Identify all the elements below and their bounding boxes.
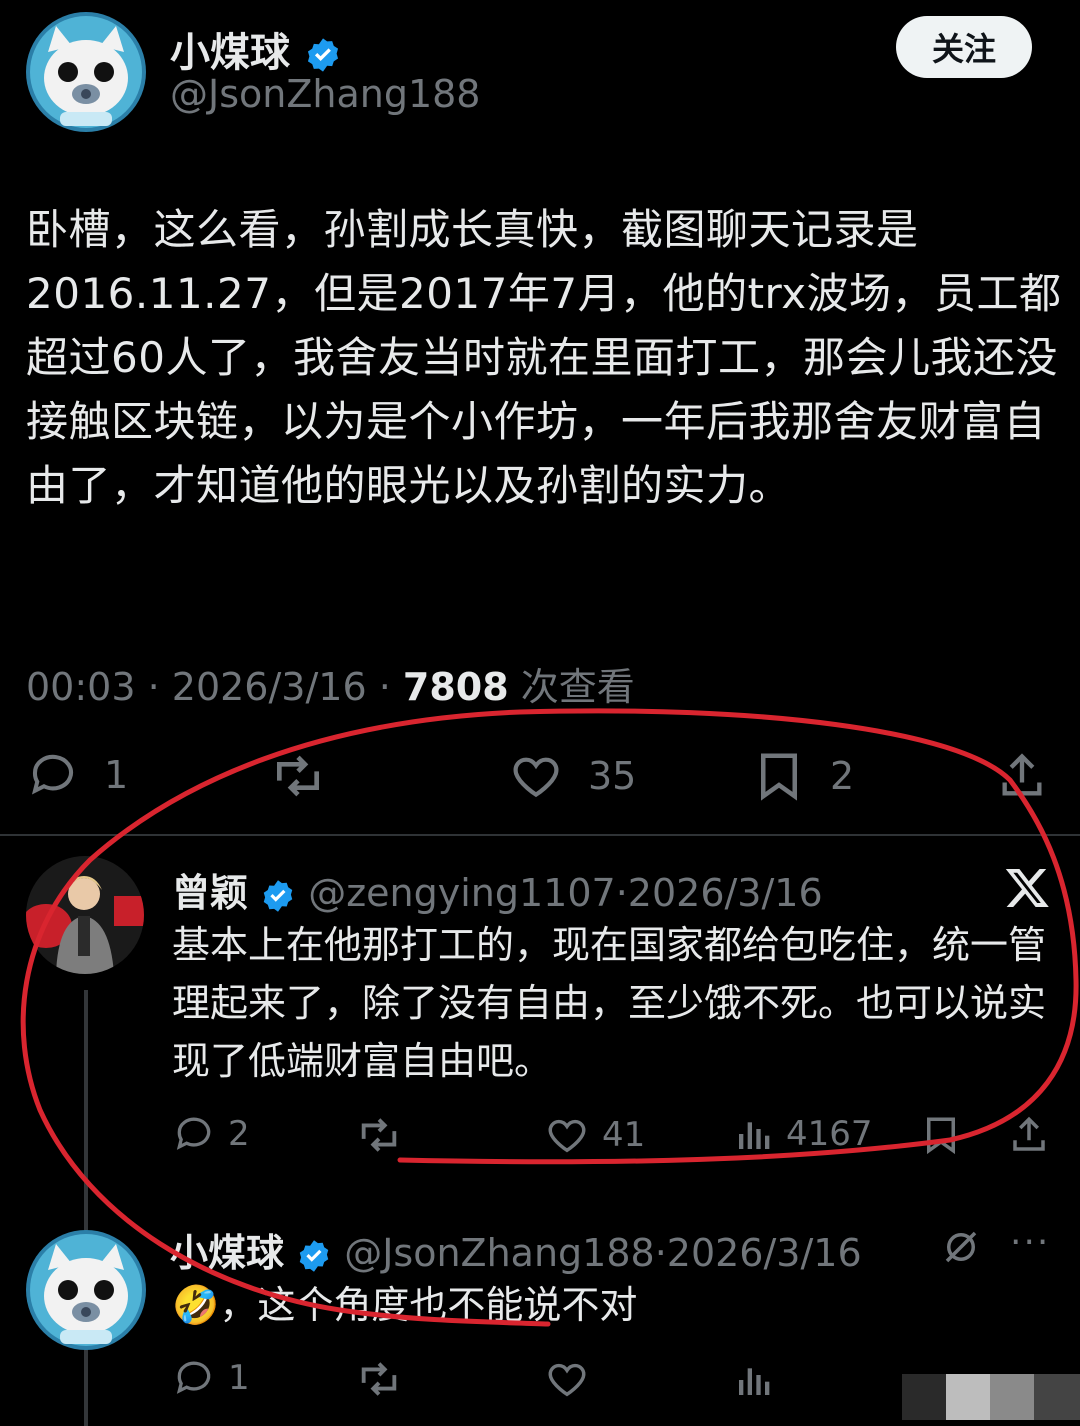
reply1-reply-count: 2 [228, 1114, 250, 1154]
reply1-avatar[interactable] [26, 856, 144, 974]
follow-button[interactable]: 关注 [896, 16, 1032, 78]
reply1-like-count: 41 [602, 1115, 646, 1155]
verified-icon [307, 38, 338, 72]
reply1-retweet-button[interactable] [356, 1112, 402, 1158]
reply1-like-button[interactable]: 41 [544, 1112, 645, 1158]
laughing-emoji: 🤣 [172, 1283, 220, 1327]
author-handle[interactable]: @JsonZhang188 [170, 72, 480, 116]
pixelated-overlay [946, 1374, 990, 1420]
view-count: 7808 [402, 665, 509, 709]
grok-icon[interactable] [940, 1226, 982, 1268]
x-logo-icon [1005, 869, 1049, 907]
reply1-handle[interactable]: @zengying1107 [308, 871, 616, 915]
reply1-bookmark-button[interactable] [920, 1112, 962, 1158]
reply-icon [176, 1361, 211, 1394]
cat-avatar-image [26, 12, 146, 132]
divider [0, 834, 1080, 836]
reply1-view-count: 4167 [786, 1114, 873, 1154]
cat-avatar-image [26, 1230, 146, 1350]
reply-icon [31, 754, 74, 795]
meta-dot: · [147, 665, 172, 709]
person-avatar-image [26, 856, 144, 974]
retweet-icon [277, 755, 319, 797]
reply1-reply-button[interactable]: 2 [172, 1112, 250, 1156]
reply-button[interactable]: 1 [26, 748, 128, 802]
reply2-text: 🤣，这个角度也不能说不对 [172, 1276, 1032, 1334]
reply2-date[interactable]: 2026/3/16 [667, 1231, 862, 1275]
like-icon [513, 757, 559, 798]
pixelated-overlay [902, 1374, 946, 1420]
meta-dot: · [378, 665, 403, 709]
reply1-text: 基本上在他那打工的，现在国家都给包吃住，统一管理起来了，除了没有自由，至少饿不死… [172, 923, 1047, 1083]
retweet-icon [361, 1118, 397, 1152]
view-label: 次查看 [520, 665, 635, 709]
views-icon [739, 1368, 770, 1395]
reply2-text-body: ，这个角度也不能说不对 [219, 1283, 638, 1327]
reply1-share-button[interactable] [1008, 1112, 1050, 1158]
pixelated-overlay [990, 1374, 1034, 1420]
reply2-header: 小煤球 @JsonZhang188·2026/3/16 [170, 1222, 862, 1277]
share-icon [1013, 1116, 1045, 1151]
reply1-header: 曾颖 @zengying1107·2026/3/16 [172, 862, 823, 917]
share-icon [1002, 753, 1042, 796]
bookmark-icon [927, 1117, 955, 1155]
reply2-author-name[interactable]: 小煤球 [170, 1231, 284, 1275]
reply2-avatar[interactable] [26, 1230, 146, 1350]
reply1-author-name[interactable]: 曾颖 [172, 871, 248, 915]
like-icon [548, 1119, 586, 1153]
more-icon[interactable]: ··· [1010, 1222, 1050, 1263]
reply1-date[interactable]: 2026/3/16 [628, 871, 823, 915]
verified-icon [299, 1239, 329, 1272]
author-name[interactable]: 小煤球 [170, 20, 342, 78]
author-name-text: 小煤球 [170, 30, 290, 76]
reply2-like-button[interactable] [544, 1356, 590, 1402]
like-count: 35 [588, 754, 637, 798]
reply2-handle[interactable]: @JsonZhang188 [344, 1231, 654, 1275]
reply1-views-button[interactable]: 4167 [734, 1112, 873, 1156]
verified-icon [263, 879, 293, 912]
retweet-icon [361, 1362, 397, 1396]
tweet-text: 卧槽，这么看，孙割成长真快，截图聊天记录是2016.11.27，但是2017年7… [26, 205, 1062, 510]
thread-line [84, 990, 88, 1426]
meta-dot: · [654, 1231, 667, 1275]
reply-count: 1 [104, 753, 129, 797]
bookmark-button[interactable]: 2 [752, 748, 854, 804]
bookmark-icon [761, 753, 797, 801]
bookmark-count: 2 [830, 754, 855, 798]
reply2-retweet-button[interactable] [356, 1356, 402, 1402]
share-button[interactable] [996, 748, 1048, 804]
tweet-time[interactable]: 00:03 [26, 665, 136, 709]
reply2-views-button[interactable] [734, 1358, 774, 1402]
reply2-reply-count: 1 [228, 1358, 250, 1398]
tweet-meta: 00:03 · 2026/3/16 · 7808 次查看 [26, 656, 635, 711]
reply-icon [176, 1117, 211, 1150]
meta-dot: · [615, 871, 628, 915]
like-icon [548, 1363, 586, 1397]
tweet-date[interactable]: 2026/3/16 [172, 665, 367, 709]
like-button[interactable]: 35 [508, 748, 636, 804]
retweet-button[interactable] [270, 748, 326, 804]
main-avatar[interactable] [26, 12, 146, 132]
views-icon [739, 1122, 770, 1149]
reply2-reply-button[interactable]: 1 [172, 1356, 250, 1400]
pixelated-overlay [1034, 1374, 1080, 1420]
